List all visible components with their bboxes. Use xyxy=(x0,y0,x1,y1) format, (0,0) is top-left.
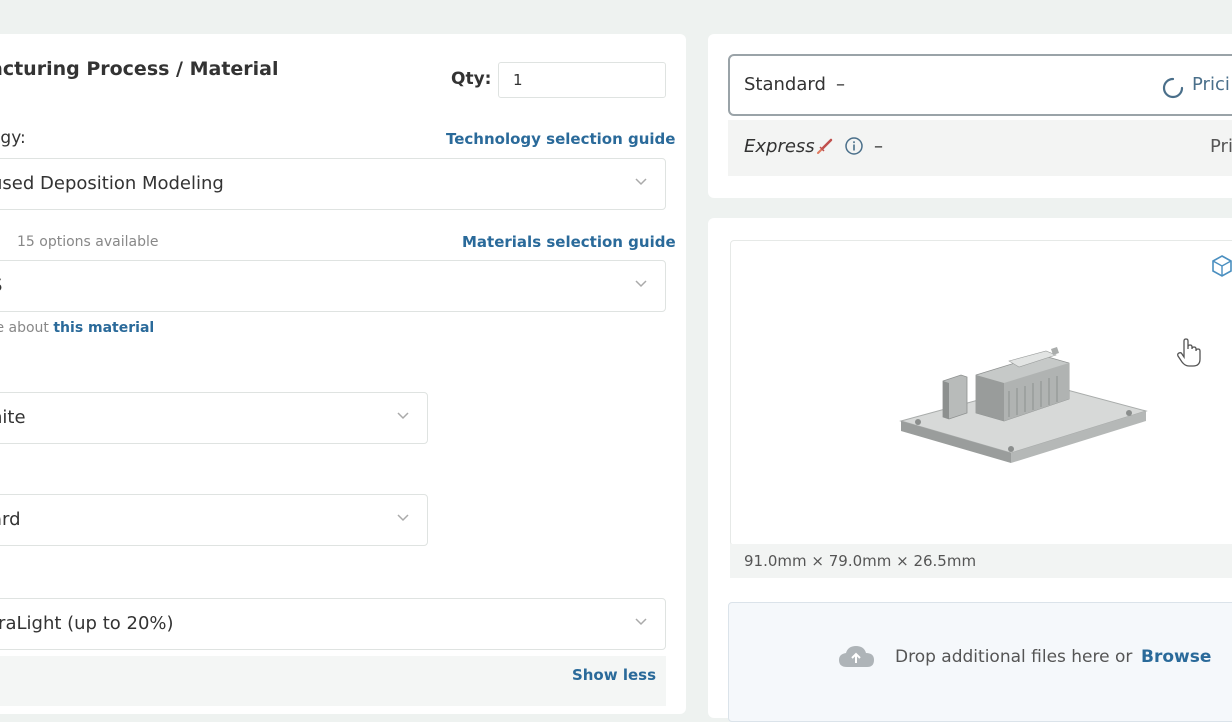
info-icon[interactable] xyxy=(844,136,864,156)
learn-more-text: re about this material xyxy=(0,320,154,336)
technology-label: ogy: xyxy=(0,128,26,148)
express-label: Express xyxy=(744,136,815,157)
chevron-down-icon xyxy=(635,618,647,626)
material-select[interactable]: S xyxy=(0,260,666,312)
dimensions-bar: 91.0mm × 79.0mm × 26.5mm xyxy=(730,544,1232,578)
color-value: hite xyxy=(0,407,26,428)
infill-value: traLight (up to 20%) xyxy=(0,613,174,634)
qty-input[interactable]: 1 xyxy=(498,62,666,98)
color-select[interactable]: hite xyxy=(0,392,428,444)
cube-view-icon[interactable] xyxy=(1209,253,1232,279)
loading-spinner-icon xyxy=(1162,77,1184,99)
material-options-count: 15 options available xyxy=(17,234,159,250)
technology-select[interactable]: used Deposition Modeling xyxy=(0,158,666,210)
standard-pricing-status: Prici xyxy=(1192,74,1230,95)
model-dimensions: 91.0mm × 79.0mm × 26.5mm xyxy=(744,552,977,570)
technology-value: used Deposition Modeling xyxy=(0,173,224,194)
chevron-down-icon xyxy=(397,514,409,522)
standard-option[interactable]: Standard – Prici xyxy=(728,54,1232,116)
file-drop-zone[interactable]: Drop additional files here or Browse xyxy=(728,602,1232,722)
model-viewer[interactable] xyxy=(730,240,1232,546)
qty-label: Qty: xyxy=(451,69,492,89)
chevron-down-icon xyxy=(635,178,647,186)
finish-value: ard xyxy=(0,509,21,530)
pricing-panel: Standard – Prici Express – Prici xyxy=(708,34,1232,198)
material-value: S xyxy=(0,275,2,296)
section-title: acturing Process / Material xyxy=(0,58,279,80)
standard-price: – xyxy=(836,74,845,95)
express-price: – xyxy=(874,136,883,157)
technology-guide-link[interactable]: Technology selection guide xyxy=(446,130,675,148)
cloud-upload-icon xyxy=(839,646,874,667)
express-pricing-status: Prici xyxy=(1210,136,1232,157)
3d-model-preview xyxy=(899,347,1148,463)
chevron-down-icon xyxy=(635,280,647,288)
show-less-bar: Show less xyxy=(0,656,666,706)
standard-label: Standard xyxy=(744,74,826,95)
hand-cursor-icon xyxy=(1177,338,1201,367)
express-option[interactable]: Express – Prici xyxy=(728,120,1232,176)
manufacturing-panel: acturing Process / Material Qty: 1 ogy: … xyxy=(0,34,686,714)
browse-link[interactable]: Browse xyxy=(1141,647,1211,667)
drop-text: Drop additional files here or xyxy=(895,647,1133,667)
model-viewer-panel: 91.0mm × 79.0mm × 26.5mm Drop additional… xyxy=(708,218,1232,722)
learn-more-prefix: re about xyxy=(0,320,49,336)
show-less-link[interactable]: Show less xyxy=(572,666,656,684)
rocket-icon xyxy=(817,138,833,154)
chevron-down-icon xyxy=(397,412,409,420)
materials-guide-link[interactable]: Materials selection guide xyxy=(462,233,676,251)
material-info-link[interactable]: this material xyxy=(53,320,154,336)
infill-select[interactable]: traLight (up to 20%) xyxy=(0,598,666,650)
finish-select[interactable]: ard xyxy=(0,494,428,546)
